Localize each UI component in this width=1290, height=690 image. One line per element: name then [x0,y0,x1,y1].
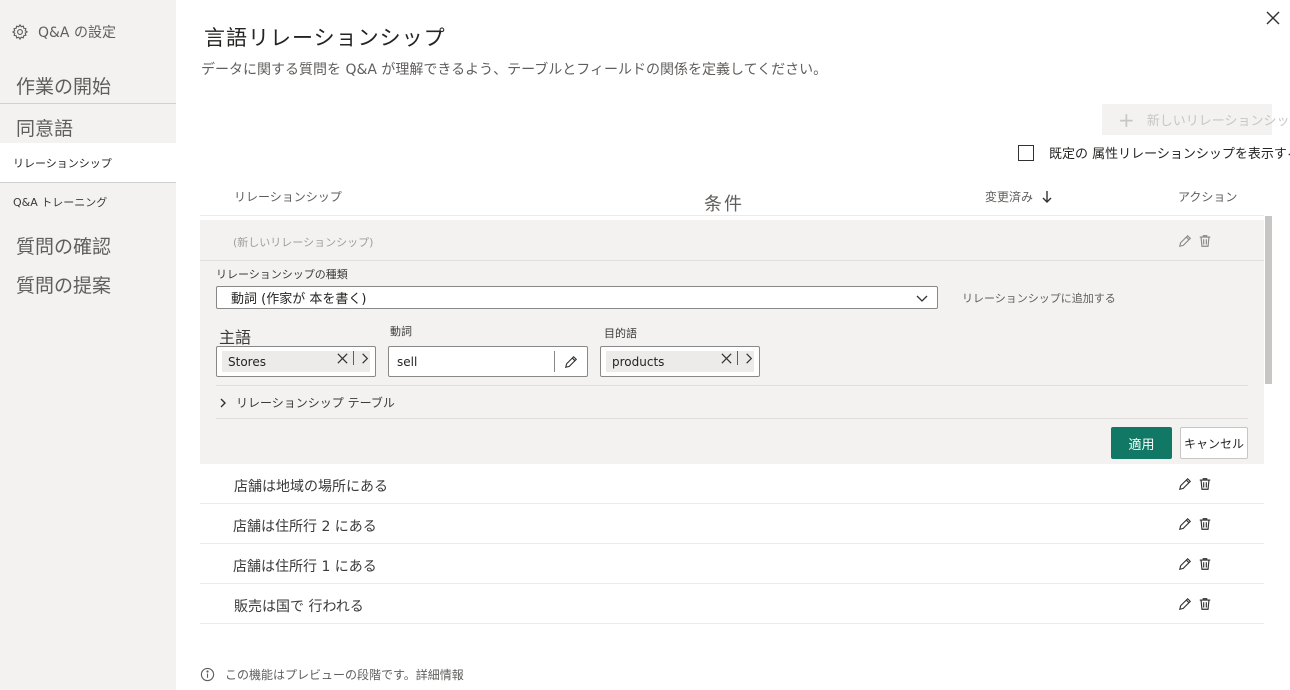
column-header-actions: アクション [1178,190,1238,204]
column-header-modified[interactable]: 変更済み [985,188,1053,205]
verb-field-divider [554,351,555,372]
verb-label: 動詞 [390,325,412,338]
verb-field[interactable]: sell [388,346,588,377]
table-row[interactable]: 店舗は住所行 2 にある [200,504,1264,544]
sort-down-arrow-icon[interactable] [1041,190,1053,204]
row-actions [1178,597,1212,611]
sidebar-item-relationships[interactable]: リレーションシップ [0,143,176,182]
trash-icon[interactable] [1198,234,1212,248]
chevron-right-icon[interactable] [358,352,371,365]
sidebar-item-review-questions[interactable]: 質問の確認 [0,232,176,260]
column-header-condition[interactable]: 条件 [704,190,744,216]
row-actions [1178,234,1212,248]
page-subtitle: データに関する質問を Q&A が理解できるよう、テーブルとフィールドの関係を定義… [201,62,828,78]
preview-notice: この機能はプレビューの段階です。詳細情報 [200,666,464,683]
relationship-editor: (新しいリレーションシップ) リレーションシップの種類 動詞 (作家が 本を書く… [200,220,1264,464]
settings-header: Q&A の設定 [11,22,116,42]
chip-separator [353,351,354,365]
settings-header-label: Q&A の設定 [38,25,116,41]
column-header-modified-label: 変更済み [985,190,1034,204]
add-to-relationship-link[interactable]: リレーションシップに追加する [962,290,1116,306]
show-default-label: 既定の 属性リレーションシップを表示する [1049,147,1290,162]
editor-divider [216,385,1248,386]
table-row[interactable]: 店舗は地域の場所にある [200,464,1264,504]
sidebar-item-label: 同意語 [16,118,74,140]
sidebar-divider [0,103,176,104]
row-actions [1178,477,1212,491]
page-title: 言語リレーションシップ [204,26,446,50]
relationship-tables-label: リレーションシップ テーブル [236,396,395,410]
relationship-text: 店舗は地域の場所にある [234,479,388,495]
preview-notice-text[interactable]: この機能はプレビューの段階です。詳細情報 [225,666,464,683]
sidebar-item-label: 質問の確認 [16,236,112,258]
object-label: 目的語 [604,327,637,340]
relationship-type-dropdown[interactable]: 動詞 (作家が 本を書く) [216,286,938,309]
chevron-right-icon[interactable] [742,352,755,365]
row-actions [1178,557,1212,571]
sidebar-item-qa-training[interactable]: Q&A トレーニング [0,186,176,216]
cancel-button[interactable]: キャンセル [1180,427,1248,459]
pencil-icon[interactable] [1178,517,1192,531]
sidebar: Q&A の設定 作業の開始 同意語 リレーションシップ Q&A トレーニング 質… [0,0,176,690]
chevron-right-icon [220,398,226,407]
sidebar-item-label: 作業の開始 [16,76,112,98]
chevron-down-icon [916,295,928,302]
sidebar-divider [0,182,176,183]
subject-label: 主語 [219,328,252,347]
scrollbar[interactable] [1265,216,1272,384]
new-relationship-row-label: (新しいリレーションシップ) [233,236,374,249]
chip-separator [737,351,738,365]
header-divider [200,215,1264,216]
sidebar-item-suggest-questions[interactable]: 質問の提案 [0,271,176,299]
pencil-icon[interactable] [564,355,578,369]
close-icon[interactable] [336,352,349,365]
relationship-type-value: 動詞 (作家が 本を書く) [231,292,367,307]
table-row[interactable]: 店舗は住所行 1 にある [200,544,1264,584]
pencil-icon[interactable] [1178,597,1192,611]
relationship-tables-expander[interactable]: リレーションシップ テーブル [218,394,395,411]
trash-icon[interactable] [1198,557,1212,571]
apply-button[interactable]: 適用 [1111,427,1172,459]
new-relationship-button[interactable]: + 新しいリレーションシップ [1102,104,1290,135]
relationship-text: 販売は国で 行われる [234,599,364,615]
gear-icon [11,23,29,41]
sidebar-item-get-started[interactable]: 作業の開始 [0,72,176,102]
subject-chip-tools [336,351,371,365]
object-value: products [612,354,665,369]
close-icon[interactable] [720,352,733,365]
relationship-type-label: リレーションシップの種類 [216,268,348,281]
verb-value: sell [397,355,418,369]
trash-icon[interactable] [1198,597,1212,611]
sidebar-item-label: 質問の提案 [16,275,112,297]
trash-icon[interactable] [1198,517,1212,531]
plus-icon: + [1118,107,1135,132]
table-row[interactable]: 販売は国で 行われる [200,584,1264,624]
close-icon[interactable] [1264,9,1282,27]
sidebar-item-synonyms[interactable]: 同意語 [0,114,176,142]
object-chip-tools [720,351,755,365]
show-default-checkbox[interactable] [1018,144,1034,161]
row-actions [1178,517,1212,531]
new-relationship-label: 新しいリレーションシップ [1146,114,1290,129]
pencil-icon[interactable] [1178,234,1192,248]
relationship-text: 店舗は住所行 2 にある [233,519,377,535]
editor-divider [216,418,1248,419]
sidebar-item-label: リレーションシップ [13,157,112,170]
column-header-relationship[interactable]: リレーションシップ [234,188,342,205]
editor-divider [200,260,1264,261]
show-default-toggle[interactable]: 既定の 属性リレーションシップを表示する [1018,143,1290,162]
trash-icon[interactable] [1198,477,1212,491]
subject-value: Stores [228,354,266,369]
relationship-text: 店舗は住所行 1 にある [233,559,377,575]
pencil-icon[interactable] [1178,477,1192,491]
subject-field[interactable]: Stores [216,346,376,377]
pencil-icon[interactable] [1178,557,1192,571]
sidebar-item-label: Q&A トレーニング [13,196,108,209]
info-icon [200,667,215,682]
object-field[interactable]: products [600,346,760,377]
